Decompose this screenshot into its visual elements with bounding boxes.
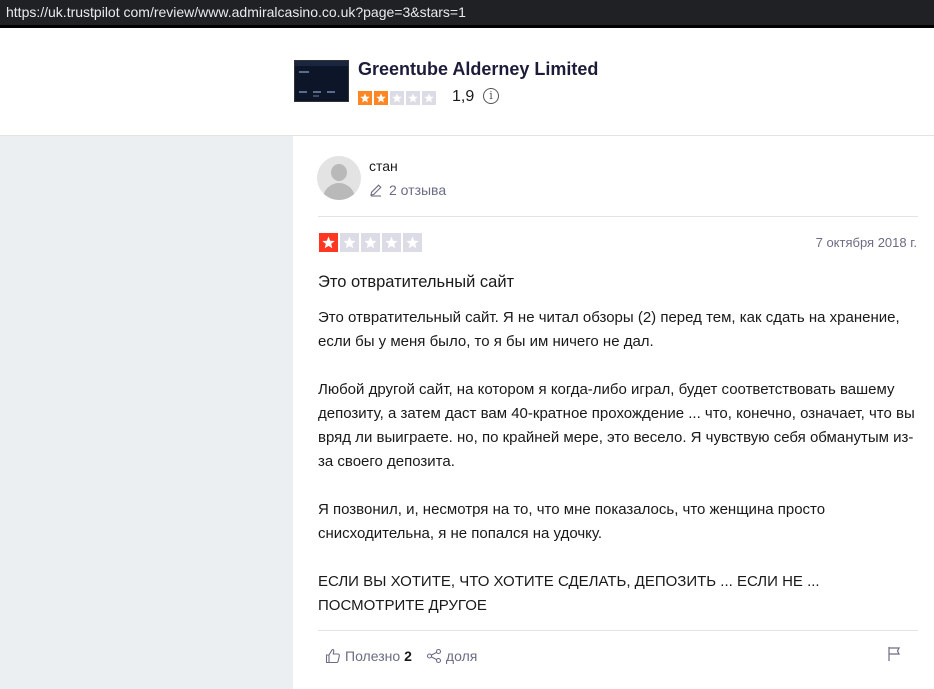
useful-button[interactable]: Полезно 2 [325, 648, 412, 664]
star-empty-icon [403, 233, 422, 252]
flag-icon[interactable] [887, 646, 901, 662]
star-filled-icon [358, 91, 372, 105]
useful-count: 2 [404, 648, 412, 664]
company-star-rating [358, 91, 438, 105]
review-star-rating [319, 233, 424, 252]
thumbs-up-icon [325, 649, 340, 664]
reviewer-name[interactable]: стан [369, 158, 398, 174]
review-body: Это отвратительный сайт. Я не читал обзо… [318, 306, 918, 642]
star-empty-icon [406, 91, 420, 105]
review-paragraph: ЕСЛИ ВЫ ХОТИТЕ, ЧТО ХОТИТЕ СДЕЛАТЬ, ДЕПО… [318, 573, 820, 614]
info-icon[interactable]: i [483, 88, 499, 104]
company-logo[interactable] [294, 60, 349, 102]
company-name[interactable]: Greentube Alderney Limited [358, 59, 598, 80]
company-header: Greentube Alderney Limited 1,9 i [0, 30, 934, 136]
address-bar[interactable]: https://uk.trustpilot com/review/www.adm… [0, 0, 934, 28]
star-empty-icon [422, 91, 436, 105]
left-sidebar-background [0, 136, 293, 689]
star-filled-icon [319, 233, 338, 252]
share-icon [426, 648, 441, 664]
star-empty-icon [382, 233, 401, 252]
divider [318, 216, 918, 217]
review-paragraph: Любой другой сайт, на котором я когда-ли… [318, 381, 915, 470]
useful-label: Полезно [345, 648, 401, 664]
reviewer-review-count: 2 отзыва [389, 182, 447, 198]
avatar[interactable] [317, 156, 361, 200]
pencil-icon [370, 184, 382, 197]
url-text[interactable]: https://uk.trustpilot com/review/www.adm… [6, 4, 466, 20]
review-paragraph: Я позвонил, и, несмотря на то, что мне п… [318, 501, 826, 542]
review-actions: Полезно 2 доля [325, 648, 491, 664]
review-paragraph: Это отвратительный сайт. Я не читал обзо… [318, 309, 900, 350]
review-date: 7 октября 2018 г. [815, 235, 917, 250]
share-label: доля [445, 648, 478, 664]
divider [318, 630, 918, 631]
share-button[interactable]: доля [426, 648, 477, 664]
review-card: стан 2 отзыва 7 октября 2018 г. Это отвр… [293, 136, 934, 689]
star-empty-icon [390, 91, 404, 105]
star-empty-icon [361, 233, 380, 252]
star-filled-icon [374, 91, 388, 105]
review-title[interactable]: Это отвратительный сайт [318, 273, 514, 292]
company-rating-score: 1,9 [452, 88, 475, 105]
star-empty-icon [340, 233, 359, 252]
